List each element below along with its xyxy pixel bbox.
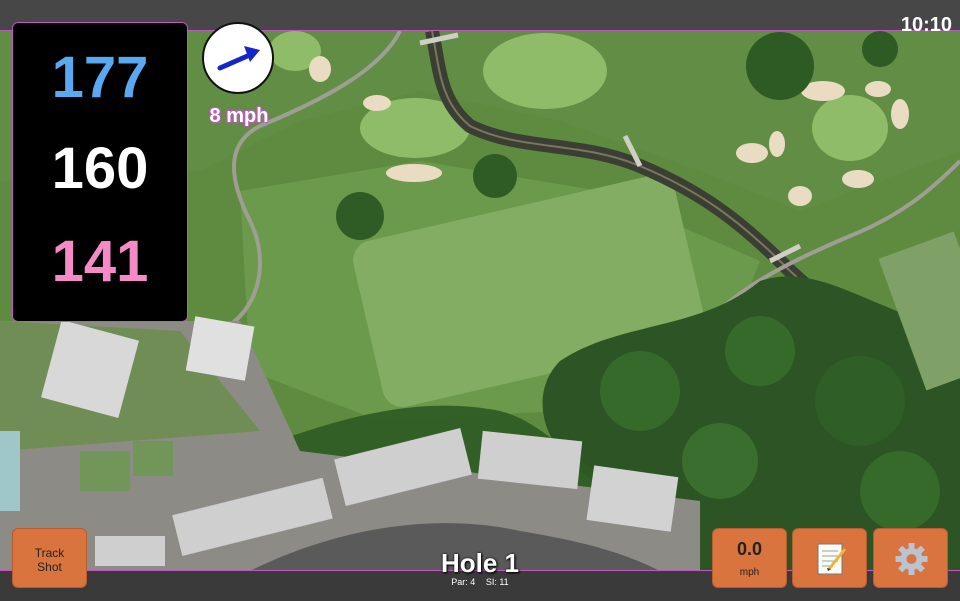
clock: 10:10 (900, 14, 952, 36)
speed-value: 0.0 (736, 539, 763, 559)
distance-front: 141 (51, 229, 149, 294)
track-shot-label-2: Shot (37, 560, 62, 574)
speed-unit: mph (739, 567, 760, 578)
track-shot-label-1: Track (34, 546, 65, 560)
wind-arrow-icon (217, 46, 260, 71)
wind-indicator[interactable] (202, 22, 274, 94)
wind-speed-label: 8 mph (209, 105, 269, 127)
notepad-icon (817, 543, 847, 575)
hole-par: Par: 4 (451, 577, 476, 587)
settings-button[interactable] (873, 528, 948, 588)
distance-back: 177 (51, 45, 149, 110)
gear-icon (895, 543, 928, 575)
hole-info: Par: 4 SI: 11 (380, 577, 580, 587)
speed-button[interactable]: 0.0 mph (712, 528, 787, 588)
notes-button[interactable] (792, 528, 867, 588)
distance-middle: 160 (51, 136, 149, 201)
hole-stroke-index: SI: 11 (485, 577, 509, 587)
hole-title: Hole 1 (440, 548, 520, 578)
track-shot-button[interactable]: Track Shot (12, 528, 87, 588)
distance-panel: 177 160 141 (12, 22, 188, 322)
